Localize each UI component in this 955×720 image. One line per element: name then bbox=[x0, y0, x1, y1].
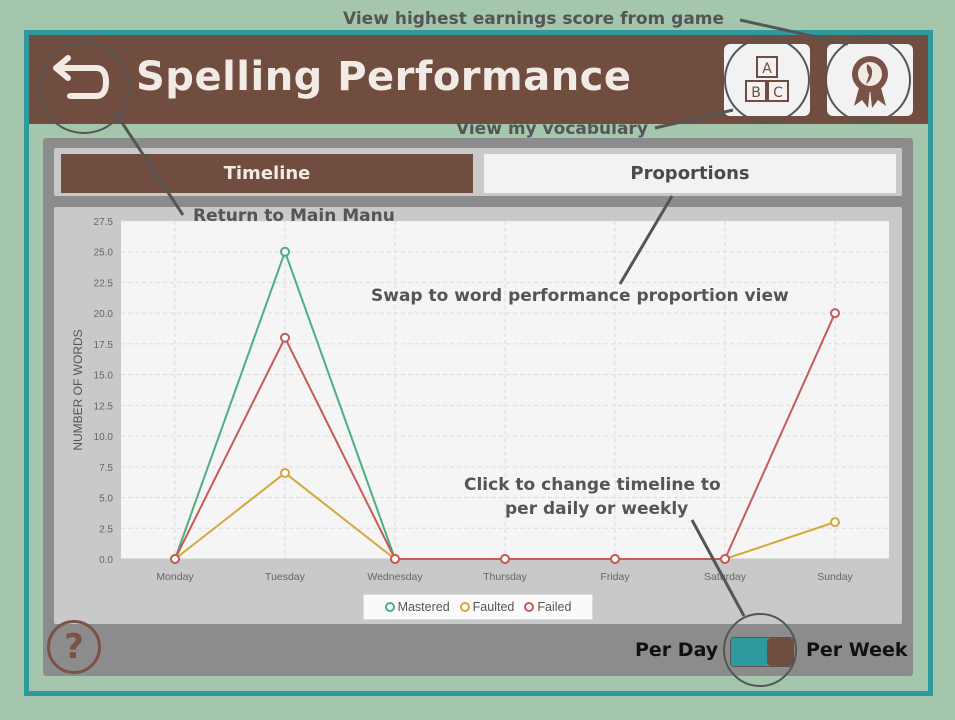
y-tick-label: 27.5 bbox=[94, 217, 114, 228]
legend-label-mastered: Mastered bbox=[397, 600, 450, 614]
y-tick-label: 7.5 bbox=[99, 463, 113, 474]
per-day-label: Per Day bbox=[635, 639, 719, 661]
block-letter-c: C bbox=[773, 85, 783, 101]
annotation-highest-score: View highest earnings score from game bbox=[343, 9, 725, 29]
x-tick-label: Friday bbox=[600, 571, 630, 583]
y-tick-label: 5.0 bbox=[99, 494, 113, 505]
data-point-failed bbox=[170, 554, 180, 564]
legend-marker-failed bbox=[524, 602, 535, 612]
tab-timeline[interactable]: Timeline bbox=[61, 154, 473, 193]
back-arrow-icon bbox=[53, 55, 109, 99]
help-button[interactable]: ? bbox=[47, 620, 101, 674]
legend-label-faulted: Faulted bbox=[472, 600, 515, 614]
data-point-failed bbox=[720, 554, 730, 564]
y-tick-label: 17.5 bbox=[94, 340, 114, 351]
highest-score-button[interactable] bbox=[827, 44, 913, 116]
block-letter-b: B bbox=[751, 85, 761, 101]
legend-item-mastered[interactable]: Mastered bbox=[384, 600, 450, 614]
abc-blocks-icon: A B C bbox=[745, 56, 789, 102]
x-tick-label: Saturday bbox=[704, 571, 747, 583]
award-ribbon-icon bbox=[852, 56, 888, 108]
annotation-timeline-line1: Click to change timeline to bbox=[464, 475, 721, 495]
data-point-failed bbox=[280, 332, 290, 343]
y-tick-label: 15.0 bbox=[94, 371, 114, 382]
y-tick-label: 2.5 bbox=[99, 524, 113, 535]
annotation-return-menu: Return to Main Manu bbox=[193, 206, 395, 226]
x-tick-label: Sunday bbox=[817, 571, 853, 583]
y-axis-label: NUMBER OF WORDS bbox=[71, 329, 85, 450]
y-tick-label: 0.0 bbox=[99, 555, 113, 566]
annotation-swap-view: Swap to word performance proportion view bbox=[371, 286, 789, 306]
y-tick-label: 20.0 bbox=[94, 309, 114, 320]
x-tick-label: Thursday bbox=[483, 571, 528, 583]
data-point-failed bbox=[830, 308, 840, 319]
data-point-failed bbox=[500, 554, 510, 564]
data-point-mastered bbox=[280, 246, 290, 257]
x-tick-label: Wednesday bbox=[367, 571, 423, 583]
chart-legend[interactable]: Mastered Faulted Failed bbox=[363, 594, 593, 620]
vocabulary-button[interactable]: A B C bbox=[724, 44, 810, 116]
block-letter-a: A bbox=[762, 61, 772, 77]
data-point-faulted bbox=[830, 517, 840, 528]
timeline-toggle[interactable] bbox=[730, 637, 794, 667]
data-point-faulted bbox=[280, 467, 290, 478]
annotation-timeline-line2: per daily or weekly bbox=[505, 499, 689, 519]
annotation-vocabulary: View my vocabulary bbox=[456, 119, 648, 139]
legend-item-faulted[interactable]: Faulted bbox=[459, 600, 515, 614]
legend-item-failed[interactable]: Failed bbox=[524, 600, 571, 614]
x-tick-label: Monday bbox=[156, 571, 194, 583]
per-week-label: Per Week bbox=[806, 639, 908, 661]
back-button[interactable] bbox=[44, 52, 114, 110]
x-tick-label: Tuesday bbox=[265, 571, 306, 583]
y-tick-label: 10.0 bbox=[94, 432, 114, 443]
y-tick-label: 25.0 bbox=[94, 248, 114, 259]
data-point-failed bbox=[390, 554, 400, 564]
legend-marker-mastered bbox=[384, 602, 395, 612]
tab-proportions[interactable]: Proportions bbox=[484, 154, 896, 193]
legend-label-failed: Failed bbox=[537, 600, 572, 614]
toggle-track-left bbox=[731, 638, 767, 666]
y-tick-label: 22.5 bbox=[94, 278, 114, 289]
y-tick-label: 12.5 bbox=[94, 401, 114, 412]
performance-line-chart: 0.0 2.5 5.0 7.5 10.0 12.5 15.0 17.5 20.0 22.5 25.0… bbox=[71, 217, 889, 583]
data-point-failed bbox=[610, 554, 620, 564]
legend-marker-faulted bbox=[459, 602, 470, 612]
page-title: Spelling Performance bbox=[136, 54, 632, 100]
toggle-knob bbox=[767, 638, 793, 666]
